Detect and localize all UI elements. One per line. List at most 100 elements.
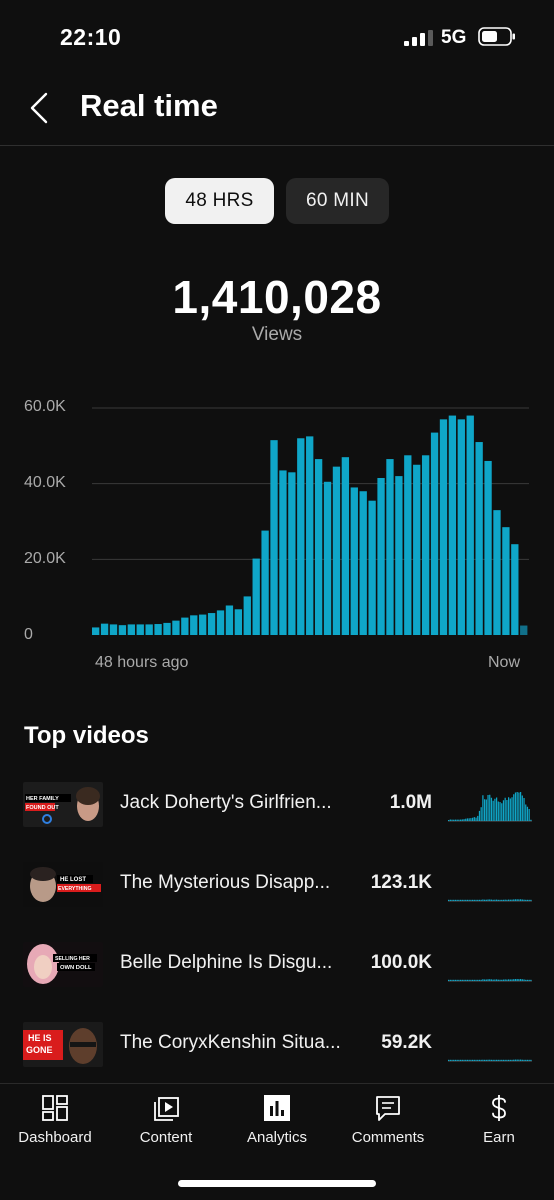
total-views-value: 1,410,028 — [172, 271, 382, 323]
chart-bar — [288, 472, 296, 635]
sparkline-bar — [448, 979, 450, 981]
nav-dashboard[interactable]: Dashboard — [0, 1084, 110, 1164]
sparkline-bar — [520, 792, 522, 821]
sparkline-bar — [484, 1059, 486, 1061]
sparkline-bar — [463, 819, 465, 821]
video-thumbnail: HE LOST EVERYTHING — [23, 862, 103, 907]
dashboard-icon — [42, 1095, 68, 1121]
sparkline-bar — [492, 979, 494, 981]
sparkline-bar — [490, 1059, 493, 1061]
sparkline-bar — [473, 1059, 475, 1061]
sparkline-bar — [521, 979, 523, 981]
sparkline-bar — [470, 979, 472, 981]
sparkline-bar — [528, 809, 530, 821]
sparkline-bar — [478, 810, 481, 821]
chart-bar — [314, 459, 323, 635]
sparkline-bar — [490, 979, 493, 981]
sparkline-bar — [487, 1059, 489, 1061]
chart-bar — [466, 415, 474, 635]
back-arrow-icon[interactable] — [26, 90, 54, 126]
chart-bar — [163, 622, 171, 635]
sparkline-bar — [506, 1059, 508, 1061]
sparkline-bar — [504, 1059, 506, 1061]
video-thumbnail: HER FAMILY FOUND OUT — [23, 782, 103, 827]
sparkline-bar — [472, 899, 474, 901]
sparkline-bar — [530, 899, 532, 901]
thumbnail-text: OWN DOLL — [60, 965, 92, 971]
nav-content[interactable]: Content — [111, 1084, 221, 1164]
sparkline-bar — [473, 899, 475, 901]
video-row[interactable]: SELLING HER OWN DOLL Belle Delphine Is D… — [0, 934, 554, 994]
sparkline-bar — [489, 979, 491, 981]
sparkline-bar — [511, 899, 513, 901]
chart-bar — [350, 487, 358, 635]
sparkline-bar — [470, 899, 472, 901]
video-row[interactable]: HER FAMILY FOUND OUT Jack Doherty's Girl… — [0, 774, 554, 834]
sparkline-bar — [508, 1059, 510, 1061]
sparkline-bar — [509, 979, 511, 981]
sparkline-bar — [449, 899, 451, 901]
sparkline-bar — [468, 979, 470, 981]
sparkline-bar — [489, 899, 491, 901]
sparkline-bar — [458, 819, 460, 821]
sparkline-bar — [502, 899, 505, 901]
sparkline-bar — [520, 1059, 522, 1061]
nav-earn[interactable]: Earn — [444, 1084, 554, 1164]
time-range-toggle: 48 HRS 60 MIN — [0, 178, 554, 224]
thumbnail-text: FOUND OUT — [26, 805, 59, 811]
sparkline-bar — [521, 795, 523, 821]
sparkline-bar — [485, 899, 487, 901]
sparkline-bar — [525, 1059, 527, 1061]
sparkline-bar — [487, 795, 489, 821]
sparkline-bar — [526, 979, 529, 981]
sparkline-bar — [456, 819, 458, 821]
chart-bar — [100, 623, 109, 635]
sparkline-bar — [482, 899, 484, 901]
chart-bar — [234, 609, 243, 635]
nav-label: Earn — [483, 1129, 515, 1146]
tab-60-min[interactable]: 60 MIN — [286, 178, 389, 224]
nav-analytics[interactable]: Analytics — [222, 1084, 332, 1164]
sparkline-bar — [504, 899, 506, 901]
sparkline-bar — [482, 795, 484, 821]
sparkline-bar — [484, 899, 486, 901]
sparkline-bar — [463, 1059, 465, 1061]
sparkline-bar — [466, 899, 469, 901]
chart-bar — [306, 436, 314, 635]
chart-bar — [413, 464, 421, 635]
sparkline-bar — [460, 899, 462, 901]
sparkline-bar — [451, 899, 453, 901]
sparkline-bar — [528, 1059, 530, 1061]
chart-bar — [457, 419, 465, 635]
signal-icon — [404, 30, 433, 46]
sparkline-bar — [453, 979, 455, 981]
chart-bar — [172, 620, 180, 635]
sparkline-bar — [482, 1059, 484, 1061]
sparkline-bar — [475, 899, 477, 901]
video-row[interactable]: HE IS GONE The CoryxKenshin Situa... 59.… — [0, 1014, 554, 1074]
chart-bar — [297, 438, 305, 635]
tab-48-hrs[interactable]: 48 HRS — [165, 178, 274, 224]
sparkline-bar — [477, 899, 479, 901]
sparkline-bar — [458, 1059, 460, 1061]
sparkline-bar — [521, 1059, 523, 1061]
sparkline-bar — [501, 979, 503, 981]
sparkline-bar — [521, 899, 523, 901]
sparkline-bar — [508, 797, 510, 821]
sparkline-bar — [466, 818, 469, 821]
nav-comments[interactable]: Comments — [333, 1084, 443, 1164]
sparkline-bar — [480, 1059, 482, 1061]
sparkline-bar — [480, 979, 482, 981]
sparkline-bar — [451, 1059, 453, 1061]
sparkline-bar — [465, 979, 467, 981]
chart-bar — [92, 627, 100, 635]
chart-bar — [279, 470, 287, 635]
sparkline-bar — [499, 979, 501, 981]
sparkline-bar — [506, 979, 508, 981]
home-indicator[interactable] — [178, 1180, 376, 1187]
video-views: 1.0M — [389, 792, 432, 813]
chart-bar — [252, 558, 260, 635]
video-sparkline — [448, 978, 532, 982]
y-tick-label: 0 — [24, 626, 33, 643]
video-row[interactable]: HE LOST EVERYTHING The Mysterious Disapp… — [0, 854, 554, 914]
